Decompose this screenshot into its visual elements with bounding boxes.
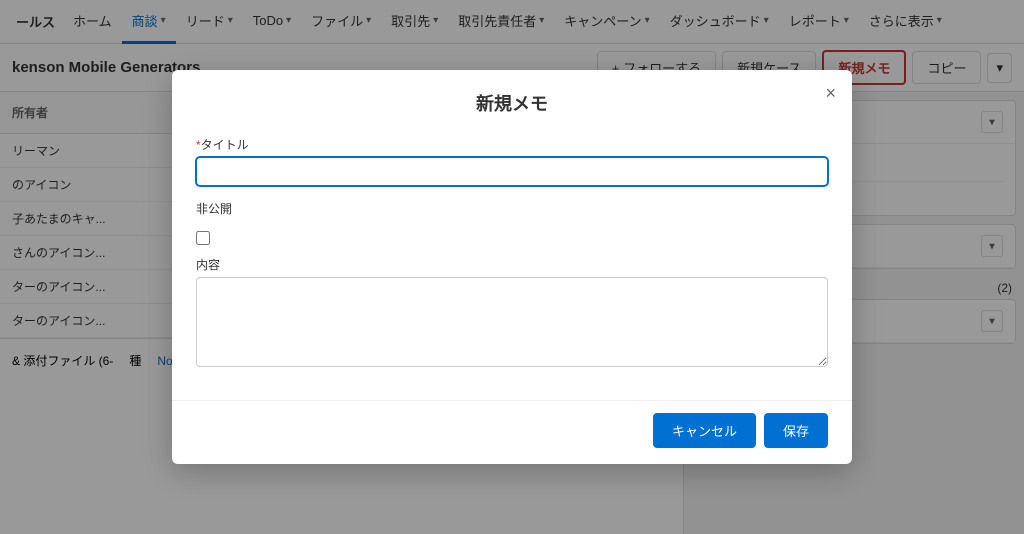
modal-overlay[interactable]: 新規メモ × *タイトル 非公開 内容 キャンセル 保存	[0, 0, 1024, 534]
content-field: 内容	[196, 256, 828, 370]
modal-body: *タイトル 非公開 内容	[172, 128, 852, 400]
modal-footer: キャンセル 保存	[172, 400, 852, 464]
save-button[interactable]: 保存	[764, 413, 828, 448]
private-checkbox[interactable]	[196, 231, 210, 245]
modal-title: 新規メモ	[172, 70, 852, 128]
modal-close-button[interactable]: ×	[825, 84, 836, 102]
cancel-button[interactable]: キャンセル	[653, 413, 756, 448]
title-label: *タイトル	[196, 136, 828, 153]
title-field: *タイトル	[196, 136, 828, 186]
content-label: 内容	[196, 256, 828, 273]
private-label: 非公開	[196, 200, 232, 217]
private-field: 非公開	[196, 200, 828, 217]
content-textarea[interactable]	[196, 277, 828, 367]
title-input[interactable]	[196, 157, 828, 186]
private-checkbox-row	[196, 231, 828, 248]
new-memo-modal: 新規メモ × *タイトル 非公開 内容 キャンセル 保存	[172, 70, 852, 464]
